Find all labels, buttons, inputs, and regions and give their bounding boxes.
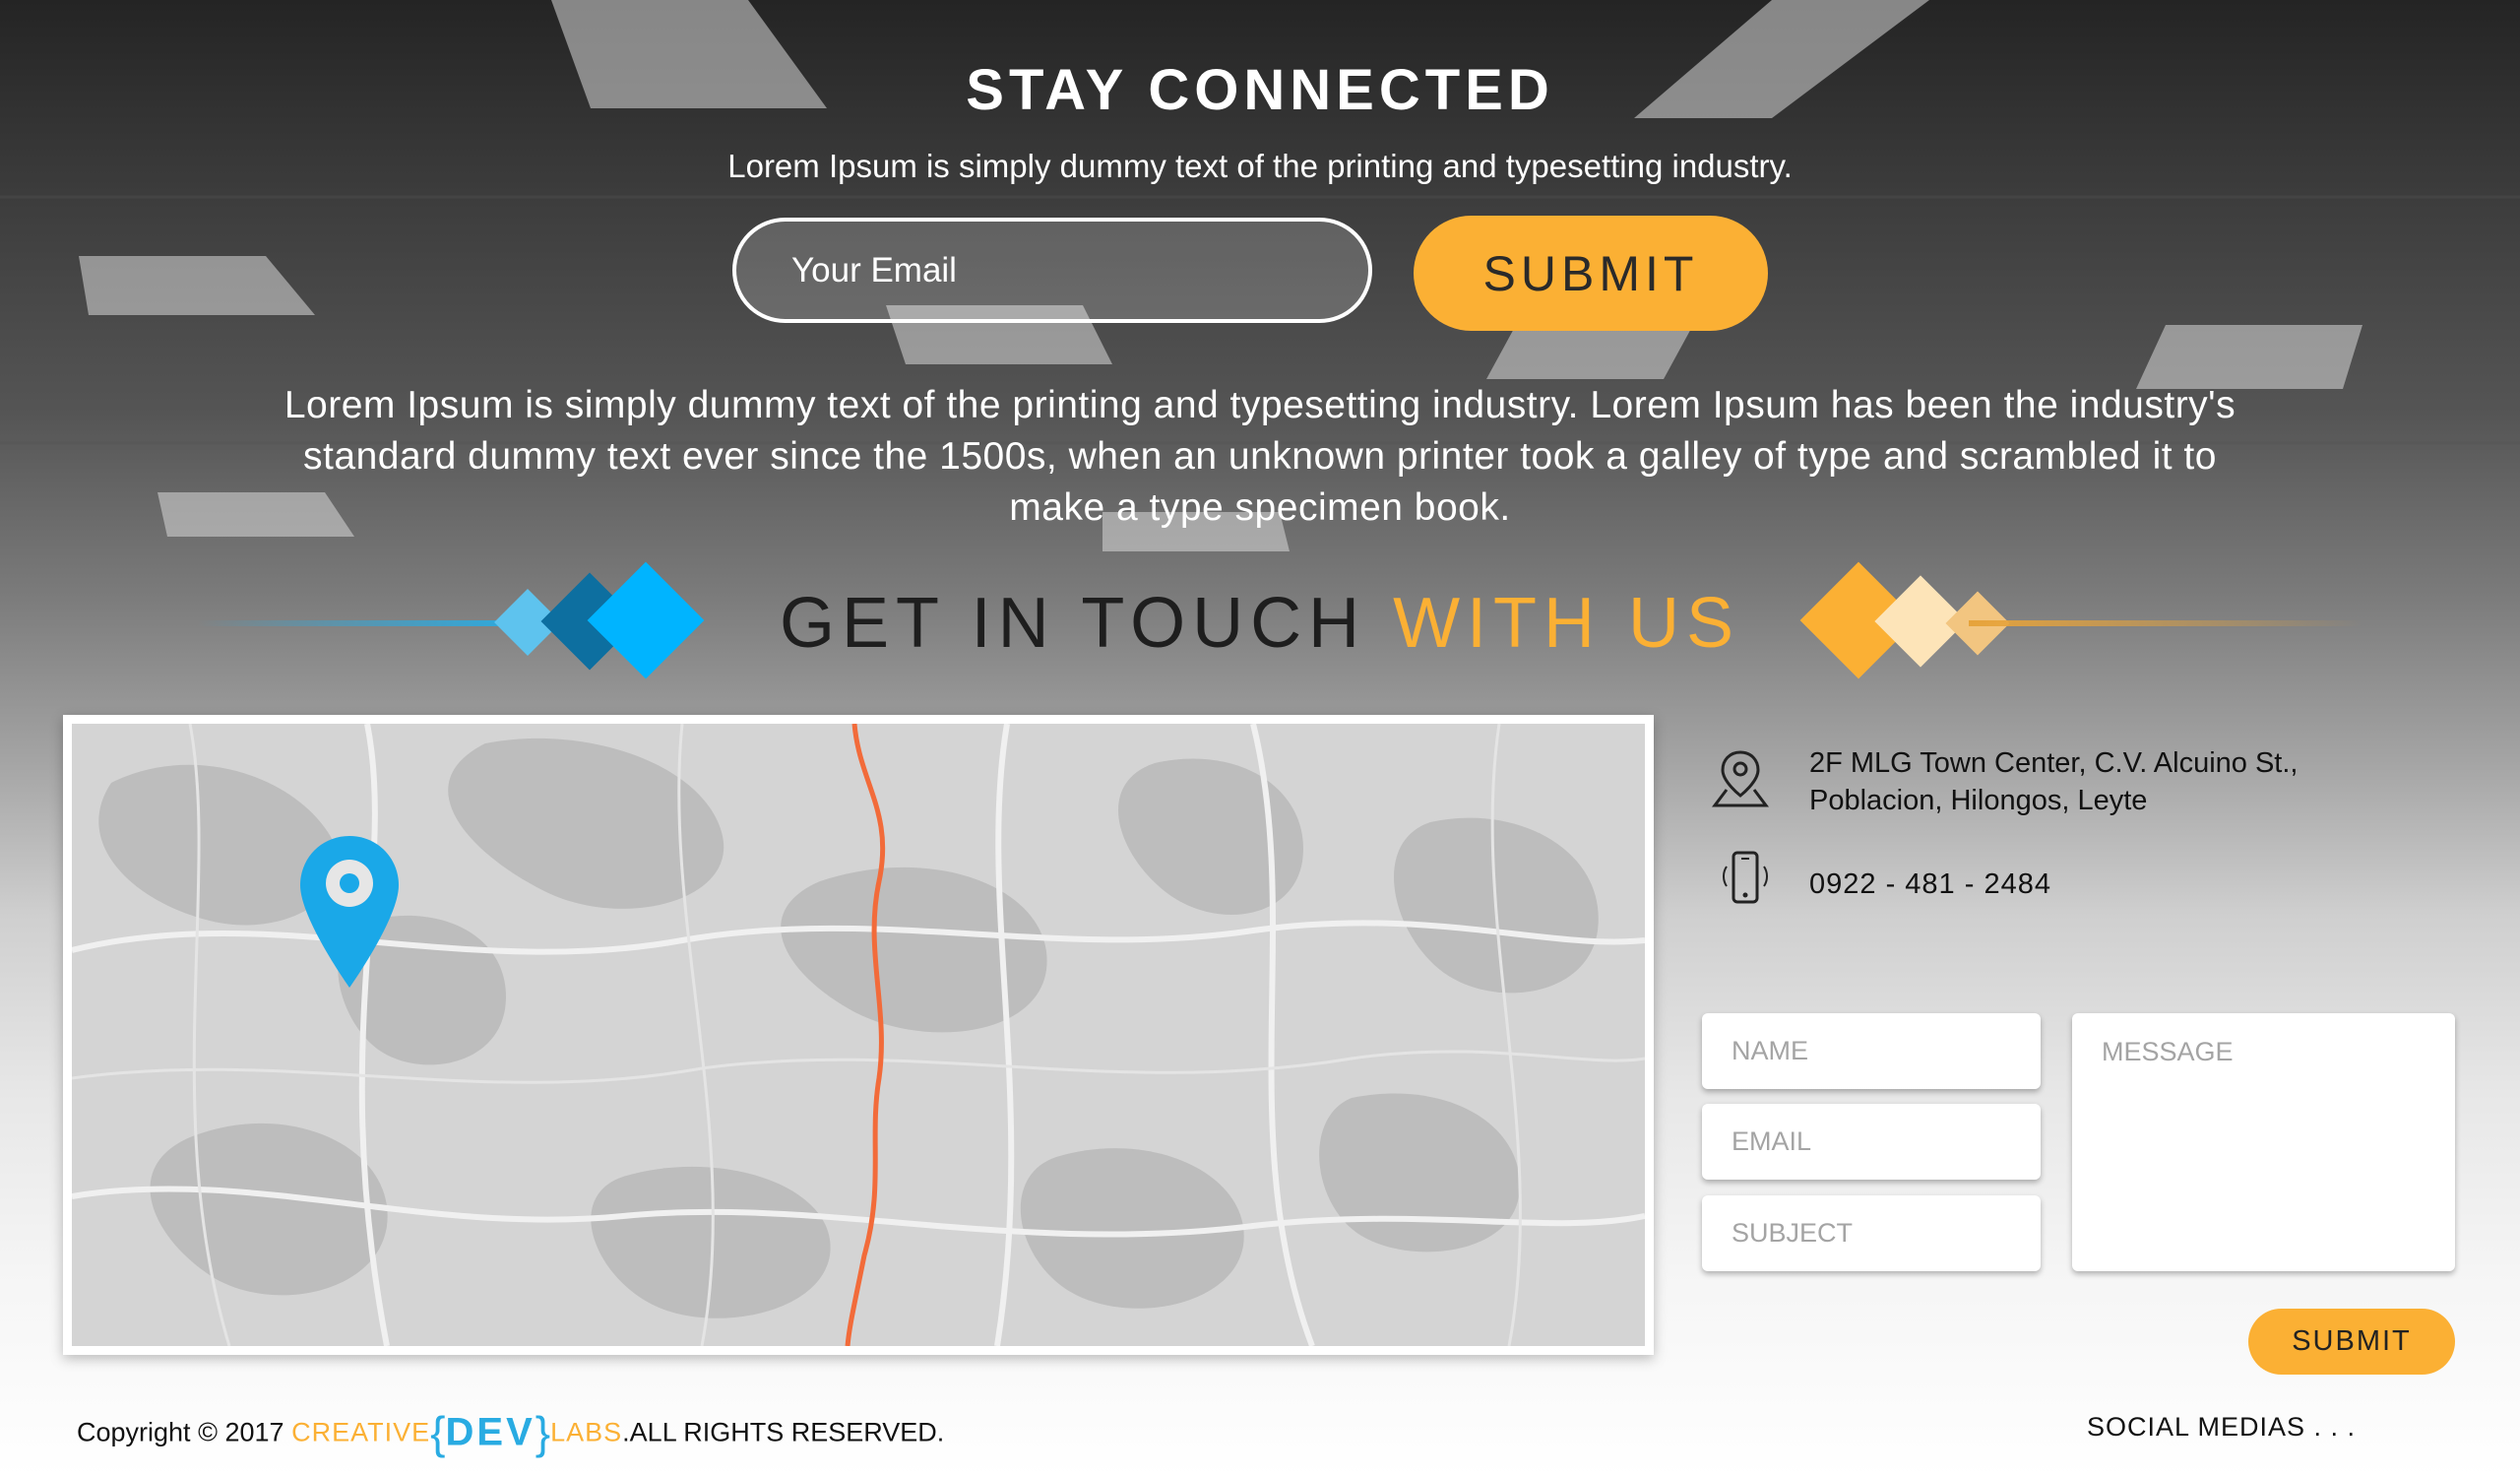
map-frame <box>63 715 1654 1355</box>
address-line-1: 2F MLG Town Center, C.V. Alcuino St., <box>1809 747 2299 779</box>
footer-copyright: Copyright © 2017 CREATIVE{DEV}LABS.ALL R… <box>77 1406 944 1459</box>
social-medias-link[interactable]: SOCIAL MEDIAS . . . <box>2087 1412 2356 1443</box>
heading-line-right <box>1969 620 2362 626</box>
heading-accent-text: WITH US <box>1393 584 1741 663</box>
subject-field[interactable] <box>1702 1195 2041 1271</box>
contact-phone: 0922 - 481 - 2484 <box>1809 868 2051 900</box>
heading-main-text: GET IN TOUCH <box>779 584 1394 663</box>
newsletter-submit-button[interactable]: SUBMIT <box>1414 216 1768 331</box>
rights-text: .ALL RIGHTS RESERVED. <box>622 1417 945 1447</box>
brand-creative: CREATIVE <box>291 1417 431 1447</box>
mobile-phone-icon <box>1723 851 1768 904</box>
newsletter-email-input[interactable] <box>732 218 1372 323</box>
location-pin-icon <box>1712 750 1769 807</box>
email-field[interactable] <box>1702 1104 2041 1180</box>
message-field[interactable] <box>2072 1013 2455 1271</box>
brand-open-brace: { <box>430 1407 446 1458</box>
brand-labs: LABS <box>550 1417 623 1447</box>
copyright-label: Copyright <box>77 1417 191 1447</box>
map-marker-icon[interactable] <box>296 834 403 990</box>
copyright-symbol: © <box>198 1417 218 1447</box>
map-view[interactable] <box>72 724 1645 1346</box>
brand-dev: DEV <box>445 1410 536 1454</box>
intro-paragraph: Lorem Ipsum is simply dummy text of the … <box>284 384 2236 529</box>
address-line-2: Poblacion, Hilongos, Leyte <box>1809 785 2148 816</box>
stay-connected-title: STAY CONNECTED <box>966 58 1554 122</box>
brand-close-brace: } <box>535 1407 551 1458</box>
contact-submit-button[interactable]: SUBMIT <box>2248 1309 2455 1375</box>
stay-connected-subtitle: Lorem Ipsum is simply dummy text of the … <box>727 148 1793 184</box>
contact-address: 2F MLG Town Center, C.V. Alcuino St., Po… <box>1809 744 2400 819</box>
name-field[interactable] <box>1702 1013 2041 1089</box>
copyright-year: 2017 <box>224 1417 284 1447</box>
